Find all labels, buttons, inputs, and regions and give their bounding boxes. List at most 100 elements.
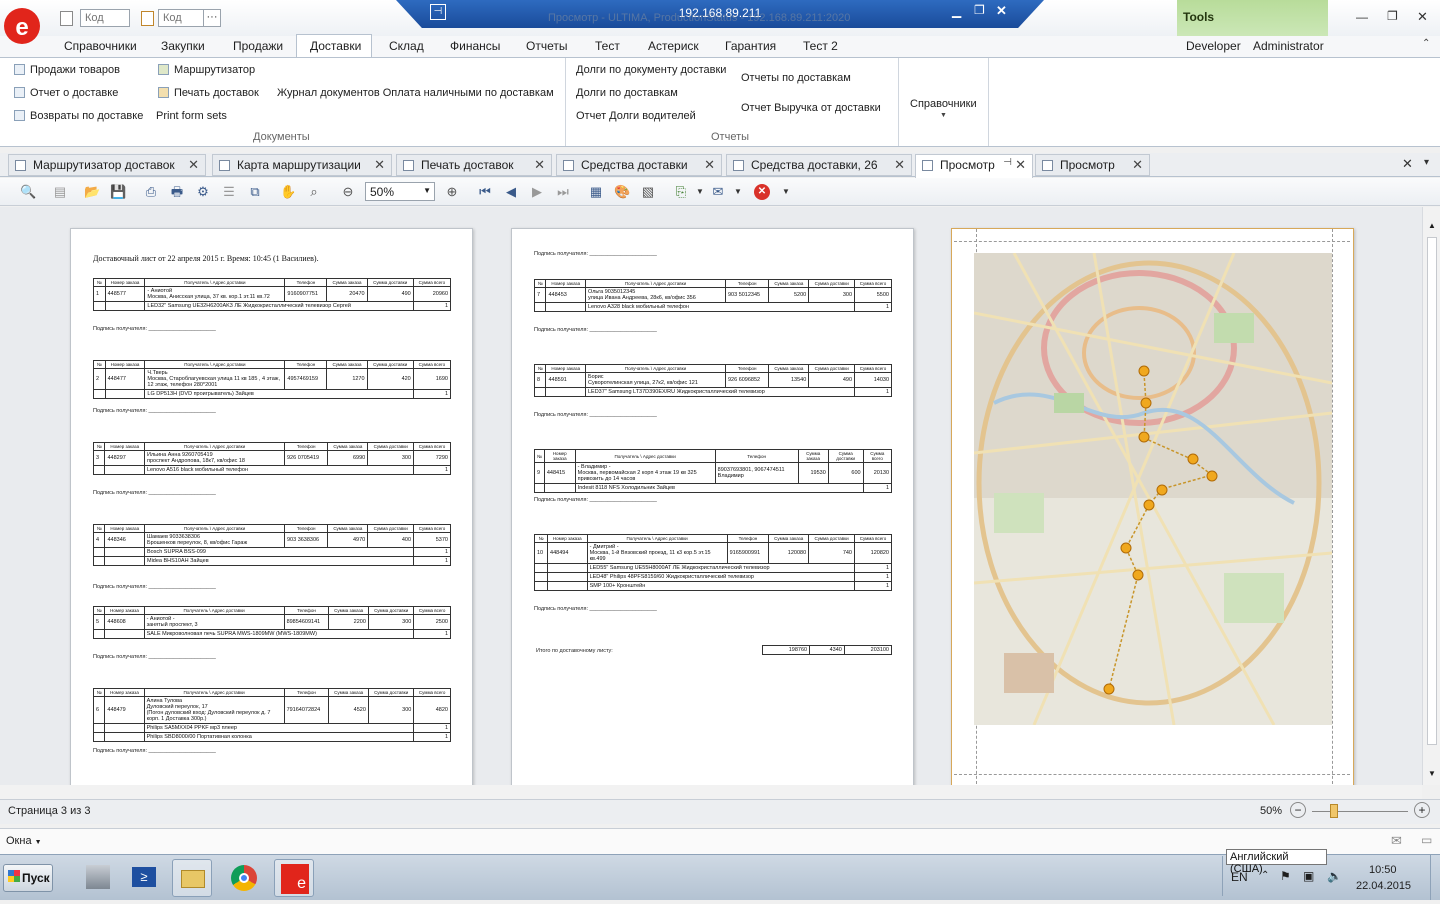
window-restore-icon[interactable]: ❐ <box>1387 9 1398 23</box>
zoom-in-button-icon[interactable]: + <box>1414 802 1430 818</box>
menu-asterisk[interactable]: Астериск <box>648 36 699 58</box>
email-dropdown-icon[interactable]: ▼ <box>730 184 746 200</box>
window-close-icon[interactable]: ✕ <box>1417 9 1428 25</box>
multiple-pages-icon[interactable]: ▦ <box>588 184 604 200</box>
pin-tab-icon[interactable]: ⊣ <box>1003 157 1012 168</box>
first-page-icon[interactable]: ⏮ <box>477 184 493 200</box>
menu-warehouse[interactable]: Склад <box>389 36 424 58</box>
zoom-slider-thumb[interactable] <box>1330 804 1338 818</box>
tab-router-deliveries[interactable]: Маршрутизатор доставок ✕ <box>8 154 206 176</box>
navigation-icon[interactable]: ▤ <box>52 184 68 200</box>
find-icon[interactable]: 🔍 <box>20 184 36 200</box>
ribbon-delivery-returns[interactable]: Возвраты по доставке <box>14 110 143 122</box>
menu-directories[interactable]: Справочники <box>64 36 137 58</box>
open-icon[interactable]: 📂 <box>84 184 100 200</box>
tray-icon[interactable]: ▭ <box>1421 833 1432 847</box>
ribbon-print-deliveries[interactable]: Печать доставок <box>158 87 259 99</box>
zoom-in-icon[interactable]: ⊕ <box>444 184 460 200</box>
taskbar-powershell[interactable]: ≥ <box>124 859 164 897</box>
close-tab-icon[interactable]: ✕ <box>1015 157 1026 173</box>
zoom-select[interactable]: 50% ▼ <box>365 182 435 201</box>
ribbon-router[interactable]: Маршрутизатор <box>158 64 255 76</box>
hand-tool-icon[interactable]: ✋ <box>280 184 296 200</box>
ribbon-print-form-sets[interactable]: Print form sets <box>156 110 227 122</box>
save-icon[interactable]: 💾 <box>110 184 126 200</box>
ribbon-drivers-debts[interactable]: Отчет Долги водителей <box>576 110 696 122</box>
clock-date[interactable]: 22.04.2015 <box>1356 880 1411 892</box>
ribbon-debts-document[interactable]: Долги по документу доставки <box>576 64 726 76</box>
message-icon[interactable]: ✉ <box>1391 833 1402 849</box>
taskbar-explorer[interactable] <box>172 859 212 897</box>
scale-icon[interactable]: ⧉ <box>247 184 263 200</box>
clock-time[interactable]: 10:50 <box>1369 864 1397 876</box>
quick-print-icon[interactable]: 🖶 <box>169 184 185 200</box>
network-icon[interactable]: ▣ <box>1303 869 1314 883</box>
menu-deliveries[interactable]: Доставки <box>310 36 361 58</box>
close-preview-icon[interactable]: ✕ <box>754 184 770 200</box>
page-setup-icon[interactable]: ⚙ <box>195 184 211 200</box>
tab-delivery-vehicles[interactable]: Средства доставки ✕ <box>556 154 722 176</box>
menu-reports[interactable]: Отчеты <box>526 36 567 58</box>
tab-delivery-vehicle-26[interactable]: Средства доставки, 26 ✕ <box>726 154 912 176</box>
tabs-menu-icon[interactable]: ▾ <box>1424 157 1429 168</box>
windows-menu[interactable]: Окна ▼ <box>6 835 42 847</box>
collapse-ribbon-icon[interactable]: ⌃ <box>1422 38 1430 49</box>
ribbon-debts-deliveries[interactable]: Долги по доставкам <box>576 87 678 99</box>
ribbon-revenue-report[interactable]: Отчет Выручка от доставки <box>741 102 881 114</box>
last-page-icon[interactable]: ⏭ <box>555 184 571 200</box>
flag-icon[interactable]: ⚑ <box>1280 869 1291 883</box>
color-icon[interactable]: 🎨 <box>614 184 630 200</box>
tab-preview-active[interactable]: Просмотр ⊣ ✕ <box>915 154 1033 178</box>
menu-finance[interactable]: Финансы <box>450 36 500 58</box>
code-input-2[interactable] <box>158 9 204 27</box>
close-icon[interactable]: ✕ <box>996 3 1007 19</box>
document-icon[interactable] <box>60 11 73 26</box>
close-tab-icon[interactable]: ✕ <box>1132 157 1143 173</box>
ribbon-delivery-reports[interactable]: Отчеты по доставкам <box>741 72 851 84</box>
restore-icon[interactable]: ❐ <box>974 3 985 17</box>
taskbar-network-app[interactable] <box>78 859 118 897</box>
scroll-up-icon[interactable]: ▲ <box>1428 221 1436 230</box>
export-icon[interactable]: ⎘ <box>673 184 689 200</box>
menu-warranty[interactable]: Гарантия <box>725 36 776 58</box>
next-page-icon[interactable]: ▶ <box>529 184 545 200</box>
previous-page-icon[interactable]: ◀ <box>503 184 519 200</box>
ribbon-directories[interactable]: Справочники <box>910 98 977 110</box>
minimize-icon[interactable]: ▁ <box>952 4 961 18</box>
folder-icon[interactable] <box>141 11 154 26</box>
menu-sales[interactable]: Продажи <box>233 36 283 58</box>
tab-preview[interactable]: Просмотр ✕ <box>1035 154 1150 176</box>
zoom-out-icon[interactable]: ⊖ <box>340 184 356 200</box>
more-button[interactable]: ··· <box>203 9 221 27</box>
menu-administrator[interactable]: Administrator <box>1253 36 1324 58</box>
zoom-slider-track[interactable] <box>1312 811 1408 812</box>
toolbar-options-icon[interactable]: ▼ <box>778 184 794 200</box>
show-desktop-button[interactable] <box>1430 854 1440 900</box>
tab-routing-map[interactable]: Карта маршрутизации ✕ <box>212 154 392 176</box>
print-dialog-icon[interactable]: ⎙ <box>143 184 159 200</box>
start-button[interactable]: Пуск <box>3 864 53 892</box>
app-logo[interactable]: e <box>4 8 40 44</box>
close-tab-icon[interactable]: ✕ <box>188 157 199 173</box>
magnifier-icon[interactable]: ⌕ <box>306 184 322 200</box>
scroll-down-icon[interactable]: ▼ <box>1428 769 1436 778</box>
zoom-out-button-icon[interactable]: − <box>1290 802 1306 818</box>
export-dropdown-icon[interactable]: ▼ <box>692 184 708 200</box>
watermark-icon[interactable]: ▧ <box>640 184 656 200</box>
menu-developer[interactable]: Developer <box>1186 36 1241 58</box>
email-icon[interactable]: ✉ <box>710 184 726 200</box>
ribbon-delivery-report[interactable]: Отчет о доставке <box>14 87 118 99</box>
close-tab-icon[interactable]: ✕ <box>894 157 905 173</box>
taskbar-ultima[interactable]: e <box>274 859 314 897</box>
close-tab-icon[interactable]: ✕ <box>374 157 385 173</box>
header-footer-icon[interactable]: ☰ <box>221 184 237 200</box>
window-minimize-icon[interactable]: — <box>1356 10 1368 24</box>
close-all-tabs-icon[interactable]: ✕ <box>1402 156 1413 172</box>
taskbar-chrome[interactable] <box>224 859 264 897</box>
tab-print-deliveries[interactable]: Печать доставок ✕ <box>396 154 552 176</box>
ribbon-journal[interactable]: Журнал документов Оплата наличными по до… <box>277 87 554 99</box>
horizontal-scrollbar[interactable] <box>0 785 1422 799</box>
vertical-scrollbar[interactable]: ▲ ▼ <box>1422 207 1440 785</box>
show-hidden-icons-icon[interactable]: ⌃ <box>1261 870 1269 881</box>
code-input-1[interactable] <box>80 9 130 27</box>
